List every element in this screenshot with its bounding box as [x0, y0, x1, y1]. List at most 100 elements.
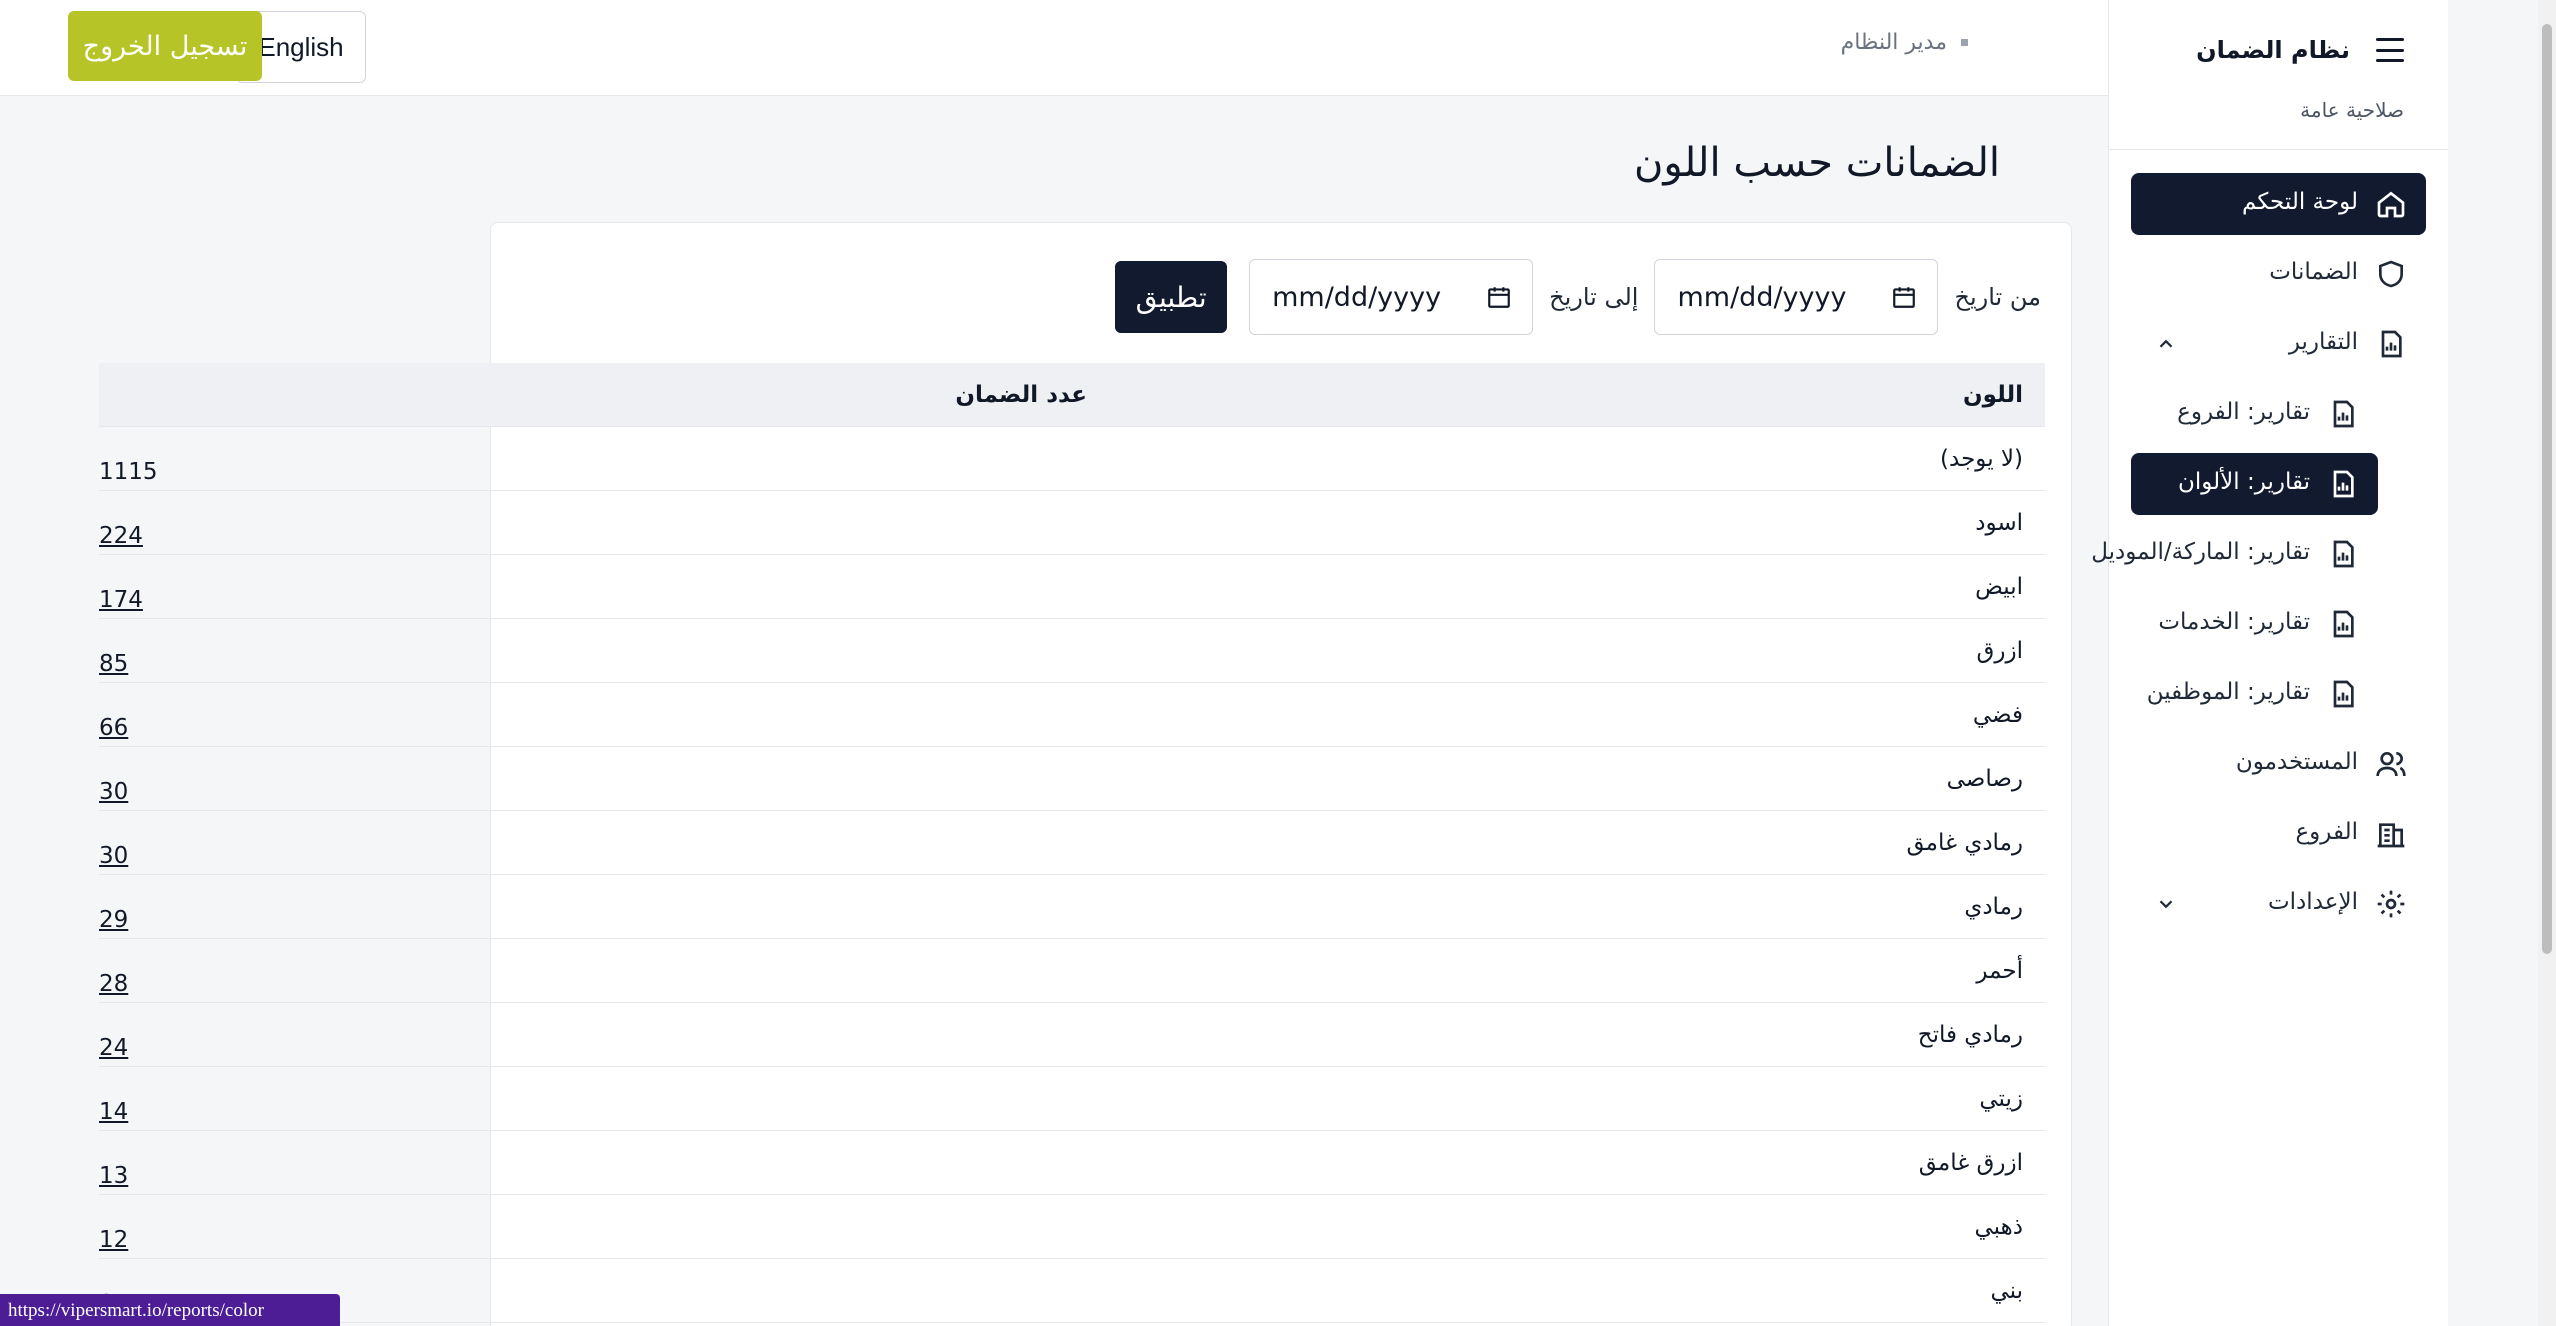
color-cell: اسود [1975, 509, 2023, 536]
report-icon [2381, 330, 2402, 358]
color-cell: ازرق غامق [1918, 1149, 2023, 1176]
home-icon [2377, 191, 2405, 218]
brand: نظام الضمان صلاحية عامة [2109, 0, 2448, 150]
count-link[interactable]: 24 [99, 1035, 128, 1061]
colors-table: اللون عدد الضمان (لا يوجد) 1115 اسود 224 ابي… [99, 363, 2045, 1323]
sidebar-item-label: الإعدادات [2268, 889, 2358, 915]
sidebar-item-reports-branches[interactable]: تقارير: الفروع [2131, 383, 2378, 445]
shield-icon [2379, 260, 2403, 288]
color-cell: ذهبي [1974, 1213, 2023, 1240]
color-cell: رصاصى [1946, 765, 2023, 792]
report-icon [2333, 470, 2354, 498]
sidebar-item-reports-employees[interactable]: تقارير: الموظفين [2131, 663, 2378, 725]
sidebar-item-users[interactable]: المستخدمون [2131, 733, 2426, 795]
app-subtitle: صلاحية عامة [2300, 98, 2404, 122]
chevron-up-icon[interactable] [2155, 333, 2177, 355]
sidebar-item-dashboard[interactable]: لوحة التحكم [2131, 173, 2426, 235]
count-link[interactable]: 29 [99, 907, 128, 933]
sidebar-item-reports-services[interactable]: تقارير: الخدمات [2131, 593, 2378, 655]
chevron-down-icon[interactable] [2155, 893, 2177, 915]
table-row: ابيض 174 [99, 555, 2045, 619]
logout-button[interactable]: تسجيل الخروج [68, 11, 262, 81]
gear-icon [2377, 890, 2405, 918]
sidebar-item-warranties[interactable]: الضمانات [2131, 243, 2426, 305]
sidebar-item-label: الضمانات [2269, 259, 2358, 285]
color-cell: رمادي غامق [1906, 829, 2023, 856]
table-row: أحمر 28 [99, 939, 2045, 1003]
sidebar-item-reports-brand-model[interactable]: تقارير: الماركة/الموديل [2091, 523, 2378, 585]
sidebar-item-reports-colors[interactable]: تقارير: الألوان [2131, 453, 2378, 515]
from-date-placeholder: mm/dd/yyyy [1677, 282, 1847, 313]
count-link[interactable]: 30 [99, 779, 128, 805]
from-date-input[interactable]: mm/dd/yyyy [1654, 259, 1939, 335]
role-label: مدير النظام [1840, 30, 1947, 55]
color-cell: أحمر [1976, 957, 2023, 984]
to-date-placeholder: mm/dd/yyyy [1272, 282, 1442, 313]
table-row: رمادي غامق 30 [99, 811, 2045, 875]
count-link[interactable]: 30 [99, 843, 128, 869]
app-title: نظام الضمان [2196, 36, 2350, 64]
date-filters: من تاريخ mm/dd/yyyy إلى تاريخ mm/dd/yyyy… [1115, 259, 2041, 335]
sidebar-item-branches[interactable]: الفروع [2131, 803, 2426, 865]
table-body: (لا يوجد) 1115 اسود 224 ابيض 174 ازرق 85 فضي 66 رص… [99, 427, 2045, 1323]
top-bar: مدير النظام English تسجيل الخروج [0, 0, 2108, 96]
count-value: 1115 [99, 458, 158, 485]
sidebar-item-label: تقارير: الموظفين [2146, 679, 2310, 705]
table-row: بني8 [99, 1259, 2045, 1323]
user-role: مدير النظام [1841, 30, 1968, 55]
from-date-label: من تاريخ [1954, 283, 2041, 311]
page-title: الضمانات حسب اللون [1634, 140, 2000, 186]
table-row: زيتي 14 [99, 1067, 2045, 1131]
count-link[interactable]: 13 [99, 1163, 128, 1189]
report-icon [2333, 610, 2354, 638]
status-url: https://vipersmart.io/reports/color [0, 1294, 340, 1326]
table-header: اللون عدد الضمان [99, 363, 2045, 427]
sidebar-item-label: تقارير: الماركة/الموديل [2091, 539, 2310, 565]
color-cell: رمادي [1964, 893, 2023, 920]
table-row: اسود 224 [99, 491, 2045, 555]
count-link[interactable]: 12 [99, 1227, 128, 1253]
sidebar-item-settings[interactable]: الإعدادات [2131, 873, 2426, 935]
table-row: ذهبي 12 [99, 1195, 2045, 1259]
color-cell: (لا يوجد) [1940, 445, 2023, 472]
color-cell: فضي [1972, 701, 2023, 728]
apply-button[interactable]: تطبيق [1115, 261, 1228, 333]
calendar-icon[interactable] [1486, 284, 1512, 310]
sidebar-item-label: تقارير: الفروع [2177, 399, 2310, 425]
sidebar-item-label: الفروع [2295, 819, 2358, 845]
color-cell: رمادي فاتح [1917, 1021, 2023, 1048]
table-row: (لا يوجد) 1115 [99, 427, 2045, 491]
to-date-input[interactable]: mm/dd/yyyy [1249, 259, 1534, 335]
app-root: مدير النظام English تسجيل الخروج نظام ال… [0, 0, 2556, 1326]
sidebar-nav: لوحة التحكم الضمانات التقارير تقارير: ال… [2091, 173, 2426, 943]
count-link[interactable]: 66 [99, 715, 128, 741]
count-link[interactable]: 85 [99, 651, 128, 677]
report-icon [2333, 680, 2354, 708]
count-link[interactable]: 174 [99, 587, 143, 613]
table-row: فضي 66 [99, 683, 2045, 747]
table-row: ازرق 85 [99, 619, 2045, 683]
users-icon [2376, 752, 2406, 777]
sidebar-item-label: المستخدمون [2235, 749, 2358, 775]
sidebar-item-label: تقارير: الخدمات [2158, 609, 2310, 635]
report-icon [2333, 540, 2354, 568]
color-cell: ابيض [1975, 573, 2023, 600]
sidebar-item-reports[interactable]: التقارير [2131, 313, 2426, 375]
table-row: رمادي 29 [99, 875, 2045, 939]
report-card: من تاريخ mm/dd/yyyy إلى تاريخ mm/dd/yyyy… [99, 222, 2072, 1326]
menu-icon[interactable] [2376, 38, 2404, 62]
report-icon [2333, 400, 2354, 428]
color-cell: زيتي [1979, 1085, 2023, 1112]
scrollbar[interactable] [2538, 0, 2556, 1326]
to-date-label: إلى تاريخ [1549, 283, 1639, 311]
calendar-icon[interactable] [1891, 284, 1917, 310]
table-row: رمادي فاتح 24 [99, 1003, 2045, 1067]
header-count: عدد الضمان [955, 381, 1087, 408]
scroll-thumb[interactable] [2542, 24, 2552, 954]
header-color: اللون [1963, 381, 2023, 408]
count-link[interactable]: 14 [99, 1099, 128, 1125]
building-icon [2377, 823, 2405, 848]
count-link[interactable]: 28 [99, 971, 128, 997]
count-link[interactable]: 224 [99, 523, 143, 549]
role-bullet [1961, 39, 1968, 46]
